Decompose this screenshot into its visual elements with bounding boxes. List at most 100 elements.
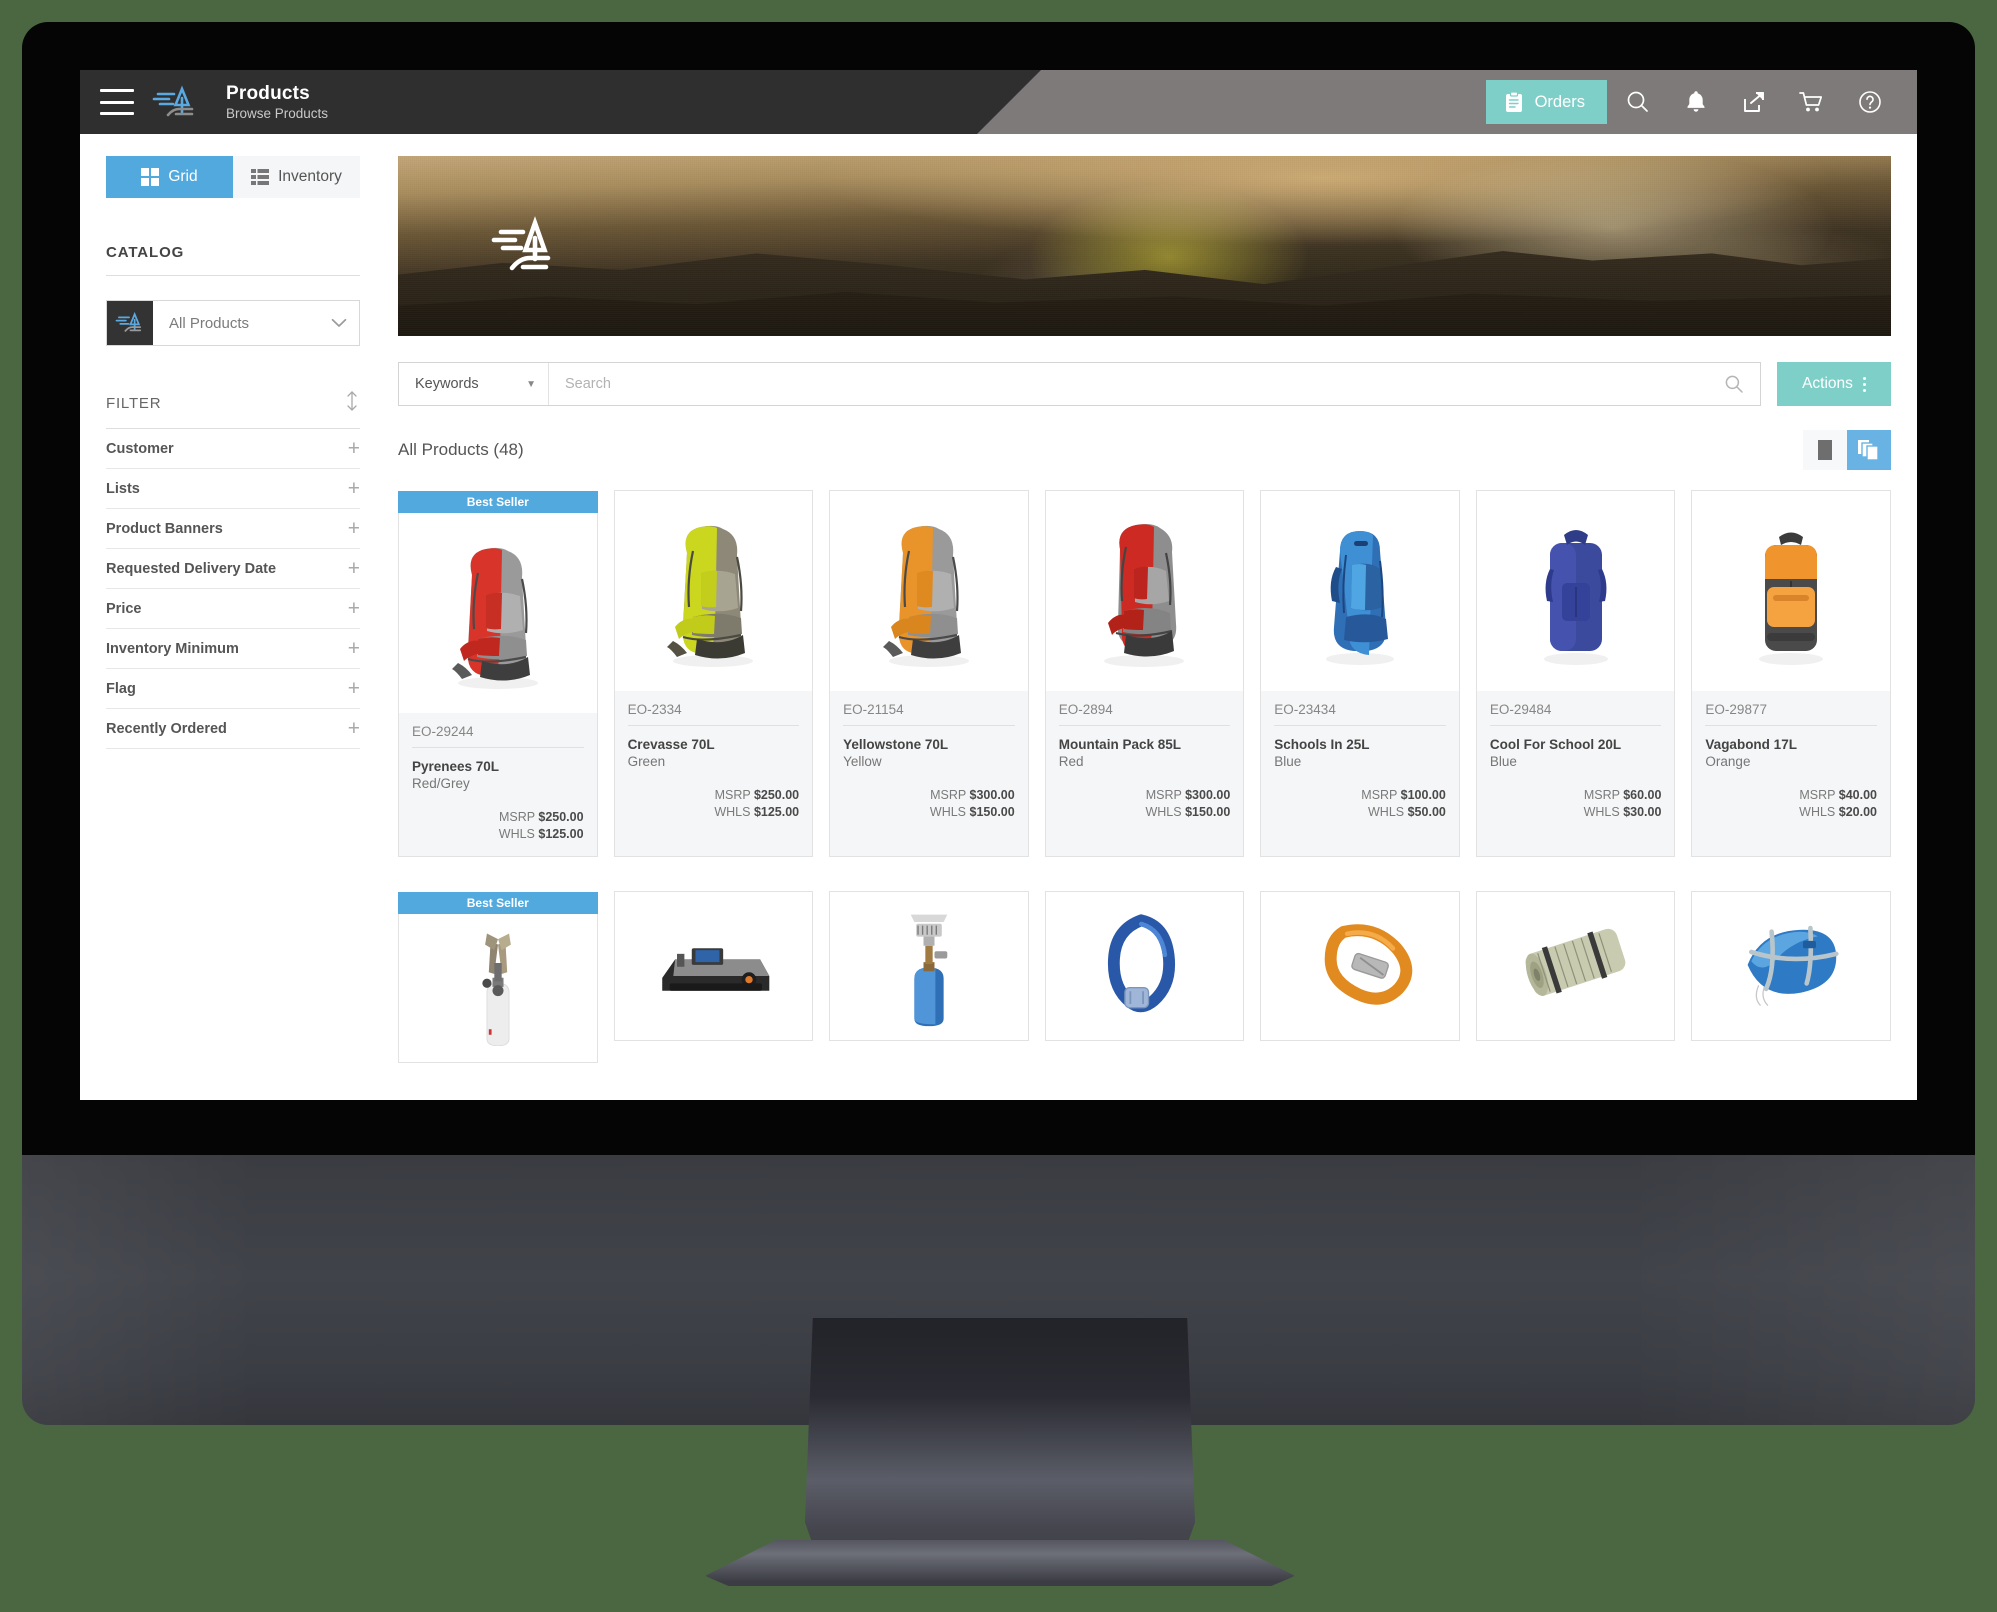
filter-label: Recently Ordered <box>106 720 227 737</box>
msrp-label: MSRP <box>1145 788 1182 802</box>
product-card[interactable]: Best Seller <box>398 892 598 1063</box>
filter-row-lists[interactable]: Lists + <box>106 469 360 509</box>
filter-row-requested-delivery-date[interactable]: Requested Delivery Date + <box>106 549 360 589</box>
msrp-label: MSRP <box>1361 788 1398 802</box>
filter-label: Flag <box>106 680 136 697</box>
msrp-value: $100.00 <box>1400 788 1446 802</box>
expand-plus-icon[interactable]: + <box>348 678 360 699</box>
product-card[interactable] <box>613 891 814 1041</box>
product-meta: EO-29244 Pyrenees 70L Red/Grey MSRP $250… <box>399 713 597 856</box>
help-icon[interactable] <box>1843 80 1897 124</box>
filter-row-customer[interactable]: Customer + <box>106 429 360 469</box>
filter-row-flag[interactable]: Flag + <box>106 669 360 709</box>
filter-row-product-banners[interactable]: Product Banners + <box>106 509 360 549</box>
expand-plus-icon[interactable]: + <box>348 478 360 499</box>
product-meta: EO-29877 Vagabond 17L Orange MSRP $40.00… <box>1692 691 1890 856</box>
product-image-daypack-navy <box>1476 491 1675 691</box>
filter-row-inventory-minimum[interactable]: Inventory Minimum + <box>106 629 360 669</box>
search-icon[interactable] <box>1708 363 1760 405</box>
hamburger-icon[interactable] <box>100 89 134 115</box>
product-sku: EO-23434 <box>1274 702 1446 726</box>
tab-inventory[interactable]: Inventory <box>233 156 360 198</box>
results-header: All Products (48) <box>398 430 1891 470</box>
brand-logo-icon[interactable] <box>152 82 200 122</box>
hero-grain-texture <box>398 156 1891 336</box>
filter-row-recently-ordered[interactable]: Recently Ordered + <box>106 709 360 749</box>
expand-plus-icon[interactable]: + <box>348 518 360 539</box>
product-image-backpack-red <box>1045 491 1244 691</box>
bell-icon[interactable] <box>1669 80 1723 124</box>
msrp-label: MSRP <box>1799 788 1836 802</box>
filter-list: Customer + Lists + Product Banners + Req… <box>80 429 386 749</box>
product-card[interactable] <box>829 891 1029 1041</box>
product-grid-row-1: Best Seller EO-29244 Pyrenees 70L Red/Gr… <box>398 490 1891 857</box>
tab-grid-label: Grid <box>168 168 198 185</box>
expand-plus-icon[interactable]: + <box>348 638 360 659</box>
product-card[interactable]: Best Seller <box>398 491 598 857</box>
product-card[interactable]: EO-23434 Schools In 25L Blue MSRP $100.0… <box>1260 490 1460 857</box>
product-sku: EO-29244 <box>412 724 584 748</box>
product-card[interactable]: EO-29877 Vagabond 17L Orange MSRP $40.00… <box>1691 490 1891 857</box>
chevron-down-icon[interactable]: ▼ <box>526 379 536 390</box>
product-prices: MSRP $100.00 WHLS $50.00 <box>1274 787 1446 821</box>
product-card[interactable]: EO-2334 Crevasse 70L Green MSRP $250.00 … <box>613 490 814 857</box>
orders-button[interactable]: Orders <box>1485 80 1607 124</box>
share-icon[interactable] <box>1727 80 1781 124</box>
product-card[interactable] <box>1044 891 1245 1041</box>
sort-updown-icon[interactable] <box>344 390 360 416</box>
status-badge: Best Seller <box>398 892 598 914</box>
chevron-down-icon[interactable] <box>319 301 359 345</box>
product-name: Crevasse 70L <box>627 737 715 752</box>
product-card[interactable] <box>1691 891 1891 1041</box>
actions-button[interactable]: Actions <box>1777 362 1891 406</box>
search-box: Keywords ▼ <box>398 362 1761 406</box>
page-title: Products <box>226 82 310 104</box>
product-sku: EO-29877 <box>1705 702 1877 726</box>
product-prices: MSRP $250.00 WHLS $125.00 <box>412 809 584 843</box>
search-scope-dropdown[interactable]: Keywords ▼ <box>399 363 549 405</box>
product-card[interactable] <box>1260 891 1460 1041</box>
multi-card-view-icon[interactable] <box>1847 430 1891 470</box>
product-image-daypack-blue <box>1261 491 1459 691</box>
expand-plus-icon[interactable]: + <box>348 438 360 459</box>
product-card[interactable]: EO-29484 Cool For School 20L Blue MSRP $… <box>1475 490 1676 857</box>
product-grid-row-2: Best Seller <box>398 891 1891 1063</box>
expand-plus-icon[interactable]: + <box>348 598 360 619</box>
msrp-label: MSRP <box>930 788 967 802</box>
product-card[interactable] <box>1475 891 1676 1041</box>
product-color: Blue <box>1274 754 1302 769</box>
brand-logo-icon <box>107 301 153 345</box>
app-header: Products Browse Products Orders <box>80 70 1917 134</box>
expand-plus-icon[interactable]: + <box>348 718 360 739</box>
catalog-select[interactable]: All Products <box>106 300 360 346</box>
product-sku: EO-2334 <box>627 702 800 726</box>
product-prices: MSRP $40.00 WHLS $20.00 <box>1705 787 1877 821</box>
search-input[interactable] <box>549 363 1708 405</box>
whls-label: WHLS <box>714 805 751 819</box>
msrp-value: $250.00 <box>538 810 584 824</box>
tab-grid[interactable]: Grid <box>106 156 233 198</box>
filter-label: Requested Delivery Date <box>106 560 277 577</box>
content-area: Keywords ▼ Actions <box>386 134 1917 1100</box>
header-actions: Orders <box>1485 80 1917 124</box>
tab-inventory-label: Inventory <box>278 168 342 185</box>
kebab-menu-icon[interactable] <box>1862 376 1866 392</box>
product-meta: EO-2334 Crevasse 70L Green MSRP $250.00 … <box>614 691 813 856</box>
single-card-view-icon[interactable] <box>1803 430 1847 470</box>
expand-plus-icon[interactable]: + <box>348 558 360 579</box>
filter-label: Price <box>106 600 142 617</box>
product-color: Blue <box>1489 754 1517 769</box>
orders-button-label: Orders <box>1534 92 1585 111</box>
results-title: All Products (48) <box>398 440 524 459</box>
search-icon[interactable] <box>1611 80 1665 124</box>
cart-icon[interactable] <box>1785 80 1839 124</box>
product-card[interactable]: EO-2894 Mountain Pack 85L Red MSRP $300.… <box>1044 490 1245 857</box>
filter-row-price[interactable]: Price + <box>106 589 360 629</box>
product-card[interactable]: EO-21154 Yellowstone 70L Yellow MSRP $30… <box>829 490 1029 857</box>
search-scope-label: Keywords <box>415 376 479 392</box>
sidebar: Grid Inventory CATALOG All Products FILT… <box>80 134 386 1100</box>
filter-heading: FILTER <box>106 394 162 412</box>
whls-value: $30.00 <box>1623 805 1662 819</box>
whls-value: $150.00 <box>1185 805 1231 819</box>
product-meta: EO-29484 Cool For School 20L Blue MSRP $… <box>1476 691 1675 856</box>
